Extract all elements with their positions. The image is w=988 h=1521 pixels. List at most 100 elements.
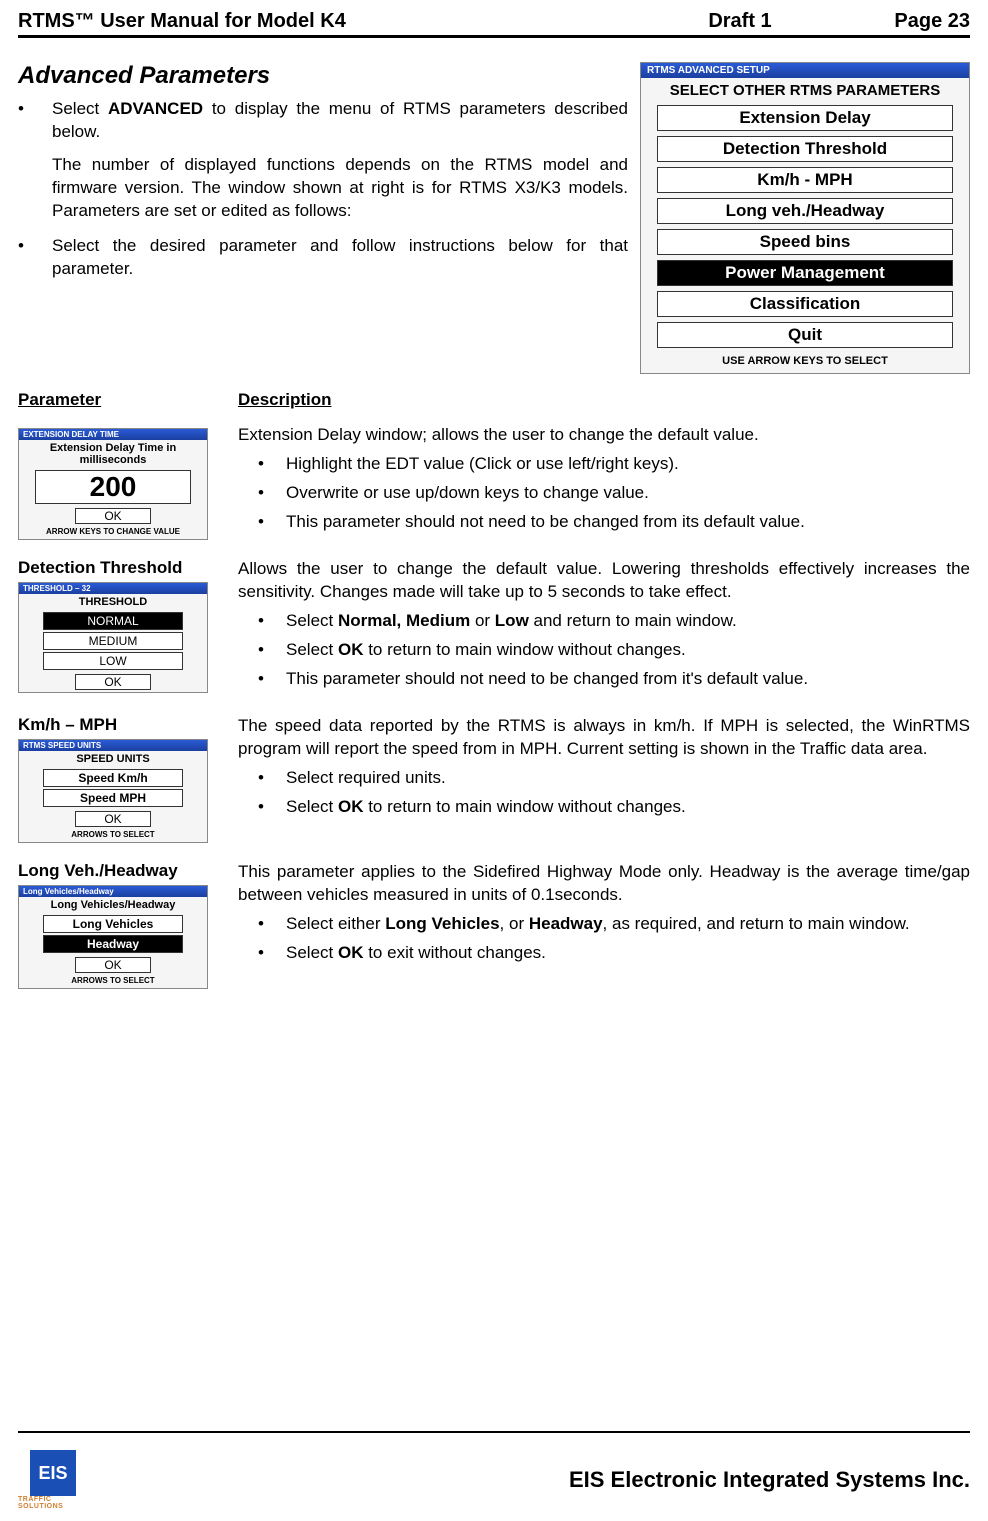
desc-bullet: Select either Long Vehicles, or Headway,… [286, 913, 970, 936]
dialog-head: Long Vehicles/Headway [19, 897, 207, 913]
ext-delay-dialog: EXTENSION DELAY TIME Extension Delay Tim… [18, 428, 208, 540]
desc-bullet: This parameter should not need to be cha… [286, 511, 970, 534]
desc-bullet: Select OK to return to main window witho… [286, 796, 970, 819]
dialog-foot: ARROWS TO SELECT [19, 829, 207, 842]
param-label: Km/h – MPH [18, 715, 238, 735]
param-left: EXTENSION DELAY TIME Extension Delay Tim… [18, 424, 238, 540]
dialog-titlebar: RTMS SPEED UNITS [19, 740, 207, 751]
dialog-titlebar: Long Vehicles/Headway [19, 886, 207, 897]
header-bar: RTMS™ User Manual for Model K4 Draft 1 P… [18, 10, 970, 38]
intro-note: The number of displayed functions depend… [52, 154, 628, 223]
param-row: Km/h – MPH RTMS SPEED UNITS SPEED UNITS … [18, 715, 970, 843]
desc-bullet: Highlight the EDT value (Click or use le… [286, 453, 970, 476]
intro-bullet-text: Select the desired parameter and follow … [52, 235, 628, 281]
eis-logo: EIS TRAFFIC SOLUTIONS [18, 1450, 88, 1510]
dialog-titlebar: RTMS ADVANCED SETUP [641, 63, 969, 78]
opt-kmh-mph[interactable]: Km/h - MPH [657, 167, 953, 193]
ok-button[interactable]: OK [75, 811, 151, 827]
bullet-icon: • [258, 796, 286, 819]
opt-speed-bins[interactable]: Speed bins [657, 229, 953, 255]
opt-medium[interactable]: MEDIUM [43, 632, 183, 650]
bullet-icon: • [258, 610, 286, 633]
desc-para: Allows the user to change the default va… [238, 558, 970, 604]
desc-bullet: Overwrite or use up/down keys to change … [286, 482, 970, 505]
ok-button[interactable]: OK [75, 508, 151, 524]
header-draft: Draft 1 [650, 10, 830, 33]
opt-normal[interactable]: NORMAL [43, 612, 183, 630]
header-left: RTMS™ User Manual for Model K4 [18, 10, 650, 33]
dialog-head: SPEED UNITS [19, 751, 207, 767]
param-left: Km/h – MPH RTMS SPEED UNITS SPEED UNITS … [18, 715, 238, 843]
bullet-icon: • [258, 668, 286, 691]
opt-speed-mph[interactable]: Speed MPH [43, 789, 183, 807]
param-description: Extension Delay window; allows the user … [238, 424, 970, 540]
intro-row: Advanced Parameters • Select ADVANCED to… [18, 62, 970, 374]
col-header-parameter: Parameter [18, 390, 238, 410]
advanced-setup-dialog: RTMS ADVANCED SETUP SELECT OTHER RTMS PA… [640, 62, 970, 374]
opt-detection-threshold[interactable]: Detection Threshold [657, 136, 953, 162]
logo-box: EIS [30, 1450, 76, 1496]
ok-button[interactable]: OK [75, 674, 151, 690]
bullet-icon: • [258, 639, 286, 662]
param-label: Detection Threshold [18, 558, 238, 578]
opt-power-management[interactable]: Power Management [657, 260, 953, 286]
intro-bullet-text: Select ADVANCED to display the menu of R… [52, 98, 628, 144]
bullet-icon: • [18, 235, 52, 281]
dialog-foot: USE ARROW KEYS TO SELECT [641, 353, 969, 373]
edt-value[interactable]: 200 [35, 470, 191, 504]
desc-bullet: Select Normal, Medium or Low and return … [286, 610, 970, 633]
dialog-head: Extension Delay Time in milliseconds [19, 440, 207, 468]
param-description: Allows the user to change the default va… [238, 558, 970, 697]
intro-bullet: • Select ADVANCED to display the menu of… [18, 98, 628, 144]
intro-text: Advanced Parameters • Select ADVANCED to… [18, 62, 640, 374]
opt-speed-kmh[interactable]: Speed Km/h [43, 769, 183, 787]
desc-para: This parameter applies to the Sidefired … [238, 861, 970, 907]
col-header-description: Description [238, 390, 970, 410]
logo-subtitle: TRAFFIC SOLUTIONS [18, 1496, 88, 1510]
dialog-titlebar: THRESHOLD – 32 [19, 583, 207, 594]
threshold-dialog: THRESHOLD – 32 THRESHOLD NORMAL MEDIUM L… [18, 582, 208, 693]
bullet-icon: • [258, 767, 286, 790]
opt-quit[interactable]: Quit [657, 322, 953, 348]
desc-bullet: Select OK to exit without changes. [286, 942, 970, 965]
speed-units-dialog: RTMS SPEED UNITS SPEED UNITS Speed Km/h … [18, 739, 208, 843]
opt-extension-delay[interactable]: Extension Delay [657, 105, 953, 131]
ok-button[interactable]: OK [75, 957, 151, 973]
intro-bullet: • Select the desired parameter and follo… [18, 235, 628, 281]
desc-para: Extension Delay window; allows the user … [238, 424, 970, 447]
param-description: The speed data reported by the RTMS is a… [238, 715, 970, 843]
long-veh-dialog: Long Vehicles/Headway Long Vehicles/Head… [18, 885, 208, 989]
desc-bullet: This parameter should not need to be cha… [286, 668, 970, 691]
dialog-foot: ARROW KEYS TO CHANGE VALUE [19, 526, 207, 539]
desc-bullet: Select OK to return to main window witho… [286, 639, 970, 662]
company-name: EIS Electronic Integrated Systems Inc. [88, 1467, 970, 1493]
table-header: Parameter Description [18, 390, 970, 410]
section-title: Advanced Parameters [18, 62, 628, 90]
param-label: Long Veh./Headway [18, 861, 238, 881]
page-footer: EIS TRAFFIC SOLUTIONS EIS Electronic Int… [18, 1431, 970, 1521]
bullet-icon: • [258, 453, 286, 476]
param-row: Detection Threshold THRESHOLD – 32 THRES… [18, 558, 970, 697]
bullet-icon: • [258, 482, 286, 505]
opt-long-vehicles[interactable]: Long Vehicles [43, 915, 183, 933]
opt-low[interactable]: LOW [43, 652, 183, 670]
opt-long-veh-headway[interactable]: Long veh./Headway [657, 198, 953, 224]
bullet-icon: • [258, 942, 286, 965]
parameter-table: Parameter Description EXTENSION DELAY TI… [18, 390, 970, 989]
bullet-icon: • [258, 511, 286, 534]
header-page: Page 23 [830, 10, 970, 33]
opt-headway[interactable]: Headway [43, 935, 183, 953]
param-row: Long Veh./Headway Long Vehicles/Headway … [18, 861, 970, 989]
bullet-icon: • [18, 98, 52, 144]
param-row: EXTENSION DELAY TIME Extension Delay Tim… [18, 424, 970, 540]
dialog-foot: ARROWS TO SELECT [19, 975, 207, 988]
desc-bullet: Select required units. [286, 767, 970, 790]
dialog-head: THRESHOLD [19, 594, 207, 610]
dialog-titlebar: EXTENSION DELAY TIME [19, 429, 207, 440]
page: RTMS™ User Manual for Model K4 Draft 1 P… [0, 0, 988, 1521]
dialog-head: SELECT OTHER RTMS PARAMETERS [641, 78, 969, 105]
bullet-icon: • [258, 913, 286, 936]
opt-classification[interactable]: Classification [657, 291, 953, 317]
param-description: This parameter applies to the Sidefired … [238, 861, 970, 989]
param-left: Detection Threshold THRESHOLD – 32 THRES… [18, 558, 238, 697]
